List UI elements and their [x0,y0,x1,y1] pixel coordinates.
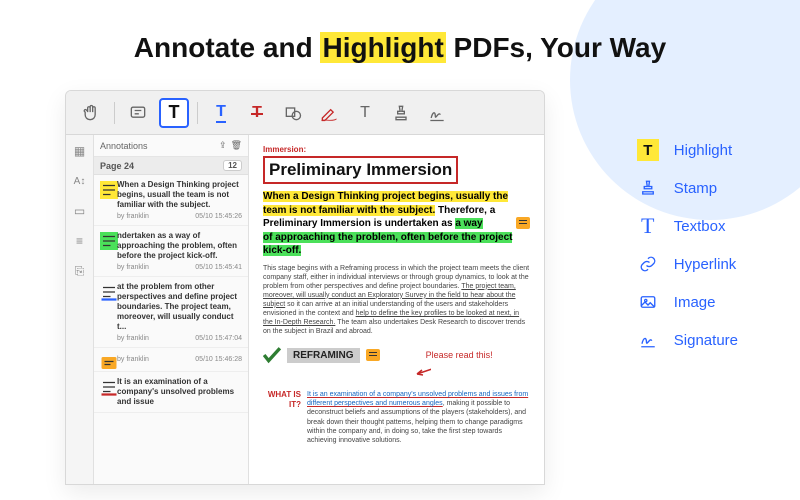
note-marker-icon[interactable] [366,349,380,361]
strikeout-tool[interactable]: T [242,98,272,128]
doc-intro: When a Design Thinking project begins, u… [263,190,530,258]
thumbnails-icon[interactable]: ▦ [72,143,88,159]
highlight-icon [100,181,112,193]
link-icon [636,252,660,276]
textbox-icon: T [636,214,660,238]
underline-icon [100,283,112,295]
doc-title: Preliminary Immersion [263,156,458,184]
textbox-tool[interactable]: T [350,98,380,128]
trash-icon[interactable]: 🗑 [231,140,242,151]
doc-body: This stage begins with a Reframing proce… [263,264,530,337]
document-view: Immersion: Preliminary Immersion When a … [249,135,544,484]
headline: Annotate and Highlight PDFs, Your Way [0,32,800,64]
underline-icon [100,378,112,390]
text-select-tool[interactable]: T [159,98,189,128]
annotation-item[interactable]: by franklin05/10 15:46:28 [94,348,248,372]
note-icon [100,354,112,366]
stamp-tool[interactable] [386,98,416,128]
what-label: WHAT IS IT? [263,390,301,445]
highlight-icon: T [637,139,659,161]
feature-stamp: Stamp [636,176,738,200]
feature-textbox: T Textbox [636,214,738,238]
arrow-icon [413,364,431,382]
feature-image: Image [636,290,738,314]
feature-signature: Signature [636,328,738,352]
highlight-icon [100,232,112,244]
shape-tool[interactable] [278,98,308,128]
draw-tool[interactable] [314,98,344,128]
bookmarks-icon[interactable]: ▭ [72,203,88,219]
attach-icon[interactable]: ⎘ [72,263,88,279]
feature-hyperlink: Hyperlink [636,252,738,276]
checkmark-icon [263,346,281,364]
annotation-item[interactable]: at the problem from other perspectives a… [94,277,248,348]
hand-tool[interactable] [76,98,106,128]
outline-icon[interactable]: A↕ [72,173,88,189]
underline-tool[interactable]: T [206,98,236,128]
annotation-item[interactable]: ndertaken as a way of approaching the pr… [94,226,248,277]
list-icon[interactable]: ≡ [72,233,88,249]
doc-label: Immersion: [263,145,530,154]
share-icon[interactable]: ⇪ [219,140,227,151]
toolbar: T T T T [66,91,544,135]
image-icon [636,290,660,314]
signature-tool[interactable] [422,98,452,128]
left-iconbar: ▦ A↕ ▭ ≡ ⎘ [66,135,94,484]
annotations-title: Annotations [100,141,215,151]
feature-highlight: T Highlight [636,138,738,162]
stamp-icon [636,176,660,200]
please-read-text: Please read this! [426,350,493,360]
annotations-panel: Annotations ⇪ 🗑 Page 24 12 When a Design… [94,135,249,484]
what-body: It is an examination of a company's unso… [307,390,530,445]
app-window: T T T T ▦ A↕ ▭ ≡ ⎘ Annotations ⇪ 🗑 Page … [65,90,545,485]
reframe-heading: REFRAMING [287,348,360,363]
feature-list: T Highlight Stamp T Textbox Hyperlink Im… [636,138,738,352]
annotation-item[interactable]: It is an examination of a company's unso… [94,372,248,413]
note-marker-icon[interactable] [516,217,530,229]
signature-icon [636,328,660,352]
note-tool[interactable] [123,98,153,128]
annotation-item[interactable]: When a Design Thinking project begins, u… [94,175,248,226]
page-header[interactable]: Page 24 12 [94,157,248,175]
